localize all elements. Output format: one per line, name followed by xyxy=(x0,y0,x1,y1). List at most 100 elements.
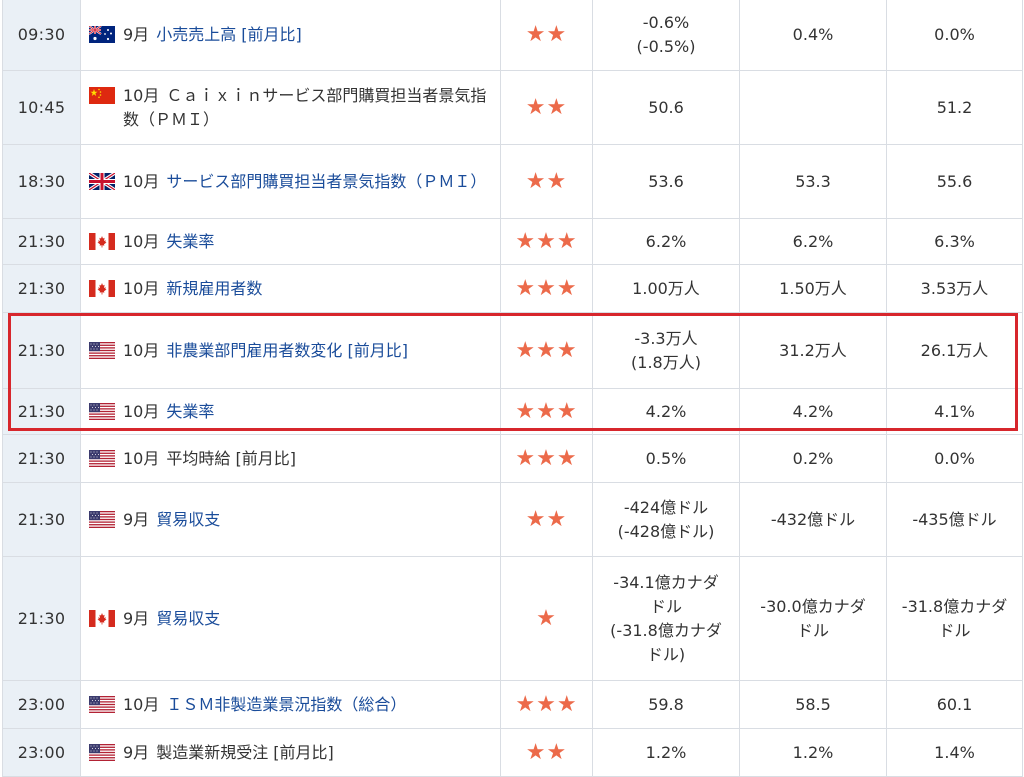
time-cell: 23:00 xyxy=(2,728,81,777)
indicator-month: 10月 xyxy=(123,231,160,251)
forecast-value-cell: 53.3 xyxy=(739,144,887,219)
table-row: 21:30 10月 非農業部門雇用者数変化 [前月比] ★★★ -3.3万人 (1.8万人… xyxy=(2,312,1023,389)
previous-value-cell: -34.1億カナダ ドル (-31.8億カナダ ドル) xyxy=(592,556,740,681)
indicator-name[interactable]: 失業率 xyxy=(166,232,214,251)
importance-stars-icon: ★★ xyxy=(500,728,593,777)
uk-flag-icon xyxy=(88,171,116,194)
previous-value-cell: 1.00万人 xyxy=(592,264,740,313)
indicator-month: 10月 xyxy=(123,401,160,421)
indicator-cell: 9月 小売売上高 [前月比] xyxy=(80,0,501,71)
indicator-cell: 10月 失業率 xyxy=(80,388,501,435)
actual-value-cell: -435億ドル xyxy=(886,482,1023,557)
indicator-cell: 10月 ＩＳＭ非製造業景況指数（総合） xyxy=(80,680,501,729)
forecast-value-cell: -30.0億カナダ ドル xyxy=(739,556,887,681)
indicator-cell: 10月 サービス部門購買担当者景気指数（ＰＭＩ） xyxy=(80,144,501,219)
time-cell: 21:30 xyxy=(2,388,81,435)
forecast-value-cell xyxy=(739,70,887,145)
indicator-name[interactable]: サービス部門購買担当者景気指数（ＰＭＩ） xyxy=(166,172,486,191)
canada-flag-icon xyxy=(89,609,115,631)
indicator-name[interactable]: 失業率 xyxy=(166,402,214,421)
us-flag-icon xyxy=(89,510,115,532)
indicator-name[interactable]: 小売売上高 [前月比] xyxy=(156,25,302,44)
previous-value-cell: 1.2% xyxy=(592,728,740,777)
actual-value-cell: 51.2 xyxy=(886,70,1023,145)
forecast-value-cell: 58.5 xyxy=(739,680,887,729)
indicator-month: 9月 xyxy=(123,608,150,628)
indicator-month: 9月 xyxy=(123,742,150,762)
actual-value-cell: 60.1 xyxy=(886,680,1023,729)
importance-stars-icon: ★★★ xyxy=(500,312,593,389)
importance-stars-icon: ★★★ xyxy=(500,434,593,483)
actual-value-cell: 4.1% xyxy=(886,388,1023,435)
importance-stars-icon: ★★ xyxy=(500,144,593,219)
indicator-name: 平均時給 [前月比] xyxy=(166,448,296,468)
time-cell: 09:30 xyxy=(2,0,81,71)
indicator-name[interactable]: ＩＳＭ非製造業景況指数（総合） xyxy=(166,695,406,714)
actual-value-cell: 1.4% xyxy=(886,728,1023,777)
china-flag-icon xyxy=(89,86,115,108)
indicator-name[interactable]: 貿易収支 xyxy=(156,510,220,529)
table-row: 23:00 10月 ＩＳＭ非製造業景況指数（総合） ★★★ 59.8 58.5 60.1 xyxy=(2,680,1023,729)
us-flag-icon xyxy=(89,402,115,424)
indicator-cell: 9月 製造業新規受注 [前月比] xyxy=(80,728,501,777)
indicator-cell: 10月 失業率 xyxy=(80,218,501,265)
table-row: 21:30 10月 失業率 ★★★ 6.2% 6.2% 6.3% xyxy=(2,218,1023,265)
table-row: 09:30 9月 小売売上高 [前月比] ★★ -0.6% (-0.5%) 0.4% 0.0% xyxy=(2,0,1023,71)
time-cell: 21:30 xyxy=(2,434,81,483)
indicator-month: 10月 xyxy=(123,694,160,714)
economic-calendar-table: 09:30 9月 小売売上高 [前月比] ★★ -0.6% (-0.5%) 0.4% 0.0%… xyxy=(2,0,1023,777)
actual-value-cell: 6.3% xyxy=(886,218,1023,265)
table-row: 18:30 10月 サービス部門購買担当者景気指数（ＰＭＩ） ★★ 53.6 53.3 55… xyxy=(2,144,1023,219)
time-cell: 10:45 xyxy=(2,70,81,145)
indicator-month: 10月 xyxy=(123,448,160,468)
us-flag-icon xyxy=(89,449,115,471)
actual-value-cell: 26.1万人 xyxy=(886,312,1023,389)
table-row: 21:30 10月 失業率 ★★★ 4.2% 4.2% 4.1% xyxy=(2,388,1023,435)
indicator-month: 10月 xyxy=(123,278,160,298)
time-cell: 21:30 xyxy=(2,218,81,265)
forecast-value-cell: 1.2% xyxy=(739,728,887,777)
calendar-body: 09:30 9月 小売売上高 [前月比] ★★ -0.6% (-0.5%) 0.4% 0.0%… xyxy=(2,0,1023,777)
indicator-month: 9月 xyxy=(123,509,150,529)
indicator-name: Ｃａｉｘｉｎサービス部門購買担当者景気指数（ＰＭＩ） xyxy=(123,85,487,129)
previous-value-cell: 59.8 xyxy=(592,680,740,729)
importance-stars-icon: ★★ xyxy=(500,70,593,145)
table-row: 21:30 10月 新規雇用者数 ★★★ 1.00万人 1.50万人 3.53万人 xyxy=(2,264,1023,313)
previous-value-cell: 50.6 xyxy=(592,70,740,145)
table-row: 23:00 9月 製造業新規受注 [前月比] ★★ 1.2% 1.2% 1.4% xyxy=(2,728,1023,777)
table-row: 10:45 10月 Ｃａｉｘｉｎサービス部門購買担当者景気指数（ＰＭＩ） ★★ 50.6… xyxy=(2,70,1023,145)
indicator-cell: 10月 Ｃａｉｘｉｎサービス部門購買担当者景気指数（ＰＭＩ） xyxy=(80,70,501,145)
importance-stars-icon: ★★★ xyxy=(500,218,593,265)
actual-value-cell: -31.8億カナダ ドル xyxy=(886,556,1023,681)
previous-value-cell: -0.6% (-0.5%) xyxy=(592,0,740,71)
indicator-name[interactable]: 非農業部門雇用者数変化 [前月比] xyxy=(166,341,408,360)
time-cell: 18:30 xyxy=(2,144,81,219)
indicator-cell: 10月 非農業部門雇用者数変化 [前月比] xyxy=(80,312,501,389)
importance-stars-icon: ★★ xyxy=(500,482,593,557)
table-row: 21:30 9月 貿易収支 ★ -34.1億カナダ ドル (-31.8億カナダ ドル) -30.… xyxy=(2,556,1023,681)
forecast-value-cell: -432億ドル xyxy=(739,482,887,557)
indicator-cell: 9月 貿易収支 xyxy=(80,482,501,557)
time-cell: 23:00 xyxy=(2,680,81,729)
previous-value-cell: -3.3万人 (1.8万人) xyxy=(592,312,740,389)
actual-value-cell: 0.0% xyxy=(886,0,1023,71)
us-flag-icon xyxy=(89,341,115,363)
table-row: 21:30 10月 平均時給 [前月比] ★★★ 0.5% 0.2% 0.0% xyxy=(2,434,1023,483)
forecast-value-cell: 6.2% xyxy=(739,218,887,265)
indicator-name[interactable]: 貿易収支 xyxy=(156,609,220,628)
time-cell: 21:30 xyxy=(2,312,81,389)
forecast-value-cell: 4.2% xyxy=(739,388,887,435)
previous-value-cell: 0.5% xyxy=(592,434,740,483)
previous-value-cell: 6.2% xyxy=(592,218,740,265)
time-cell: 21:30 xyxy=(2,264,81,313)
time-cell: 21:30 xyxy=(2,482,81,557)
indicator-name[interactable]: 新規雇用者数 xyxy=(166,279,262,298)
actual-value-cell: 55.6 xyxy=(886,144,1023,219)
indicator-month: 10月 xyxy=(123,171,160,191)
table-row: 21:30 9月 貿易収支 ★★ -424億ドル (-428億ドル) -432億ドル -435… xyxy=(2,482,1023,557)
indicator-name: 製造業新規受注 [前月比] xyxy=(156,742,334,762)
importance-stars-icon: ★ xyxy=(500,556,593,681)
australia-flag-icon xyxy=(88,24,115,47)
indicator-cell: 10月 平均時給 [前月比] xyxy=(80,434,501,483)
indicator-month: 10月 xyxy=(123,85,160,105)
